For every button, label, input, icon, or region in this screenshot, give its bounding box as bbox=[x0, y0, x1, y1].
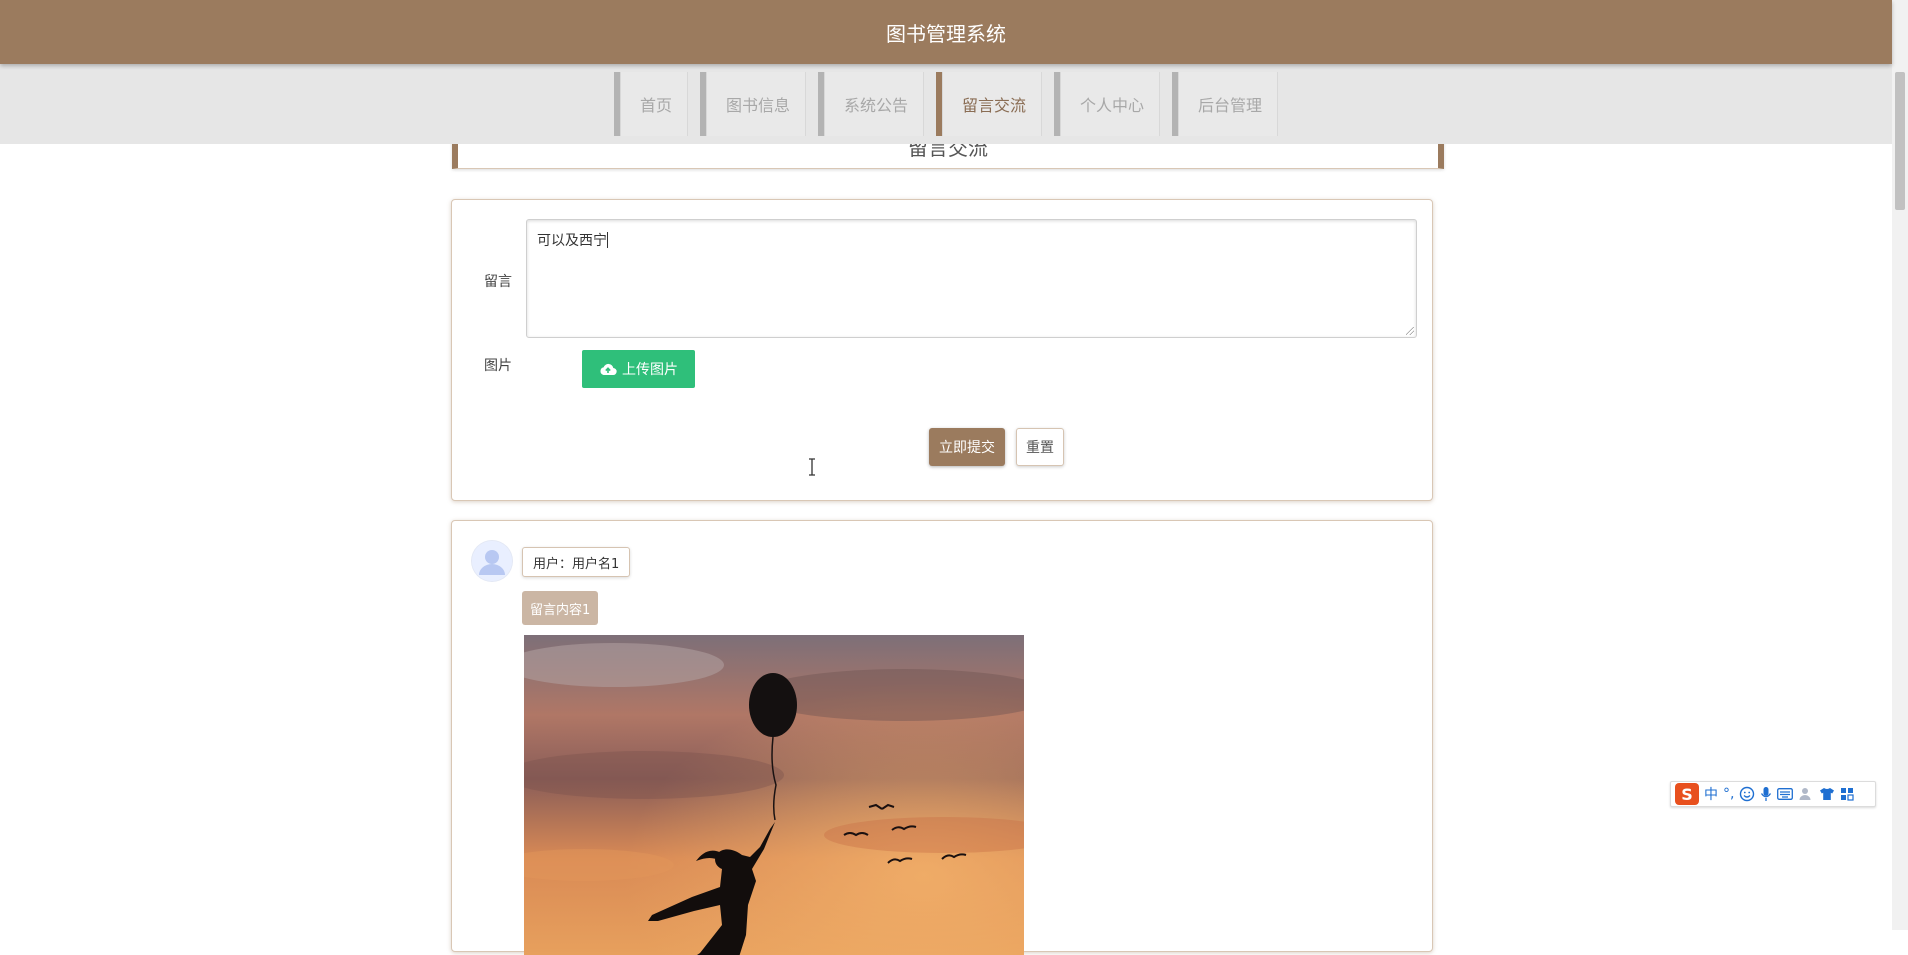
message-user-tag: 用户：用户名1 bbox=[522, 547, 631, 577]
app-title: 图书管理系统 bbox=[886, 21, 1006, 46]
upload-image-button[interactable]: 上传图片 bbox=[582, 350, 695, 388]
message-card: 用户：用户名1 留言内容1 bbox=[451, 520, 1433, 955]
nav-item-admin[interactable]: 后台管理 bbox=[1172, 72, 1279, 136]
resize-grip-icon[interactable] bbox=[1406, 327, 1414, 335]
ime-punct[interactable]: °, bbox=[1723, 786, 1734, 802]
microphone-icon[interactable] bbox=[1760, 786, 1772, 802]
nav-item-label: 留言交流 bbox=[962, 96, 1027, 115]
message-form: 留言 可以及西宁 图片 上传图片 立即提交 重置 bbox=[451, 199, 1433, 501]
nav-item-label: 后台管理 bbox=[1198, 96, 1263, 115]
app-header: 图书管理系统 bbox=[0, 0, 1892, 64]
reset-label: 重置 bbox=[1026, 440, 1054, 456]
nav-item-books[interactable]: 图书信息 bbox=[699, 72, 806, 136]
submit-button[interactable]: 立即提交 bbox=[929, 428, 1005, 466]
message-content: 留言内容1 bbox=[530, 602, 591, 618]
page-scrollbar[interactable] bbox=[1892, 0, 1908, 930]
message-textarea[interactable]: 可以及西宁 bbox=[526, 219, 1417, 338]
nav-item-profile[interactable]: 个人中心 bbox=[1054, 72, 1161, 136]
upload-label: 上传图片 bbox=[622, 362, 678, 378]
reset-button[interactable]: 重置 bbox=[1016, 428, 1064, 466]
emoji-icon[interactable] bbox=[1739, 786, 1755, 802]
nav-item-label: 个人中心 bbox=[1080, 96, 1145, 115]
main-nav: 首页 图书信息 系统公告 留言交流 个人中心 后台管理 bbox=[0, 64, 1892, 144]
ime-toolbar[interactable]: S 中 °, bbox=[1670, 781, 1876, 807]
balloon-girl-image bbox=[524, 635, 1024, 955]
ime-mode[interactable]: 中 bbox=[1704, 784, 1718, 804]
toolbox-grid-icon[interactable] bbox=[1840, 787, 1855, 801]
user-avatar-icon bbox=[472, 541, 512, 581]
message-text: 可以及西宁 bbox=[537, 233, 607, 249]
user-settings-icon[interactable] bbox=[1798, 786, 1814, 802]
submit-label: 立即提交 bbox=[939, 440, 995, 456]
skin-shirt-icon[interactable] bbox=[1819, 787, 1835, 801]
message-image bbox=[524, 635, 1024, 955]
nav-item-messages[interactable]: 留言交流 bbox=[936, 72, 1043, 136]
nav-item-label: 图书信息 bbox=[725, 96, 790, 115]
text-caret bbox=[607, 232, 608, 248]
nav-item-announcements[interactable]: 系统公告 bbox=[817, 72, 924, 136]
message-user: 用户：用户名1 bbox=[533, 556, 620, 572]
cloud-upload-icon bbox=[600, 363, 617, 376]
text-cursor-icon bbox=[809, 458, 815, 476]
avatar bbox=[472, 541, 512, 581]
nav-item-home[interactable]: 首页 bbox=[613, 72, 688, 136]
nav-item-label: 首页 bbox=[639, 96, 672, 115]
message-label: 留言 bbox=[484, 274, 512, 290]
scrollbar-thumb[interactable] bbox=[1895, 72, 1905, 210]
nav-item-label: 系统公告 bbox=[843, 96, 908, 115]
message-content-tag: 留言内容1 bbox=[522, 591, 599, 625]
image-label: 图片 bbox=[484, 358, 512, 374]
keyboard-icon[interactable] bbox=[1777, 788, 1794, 800]
sogou-logo-icon[interactable]: S bbox=[1675, 783, 1699, 805]
